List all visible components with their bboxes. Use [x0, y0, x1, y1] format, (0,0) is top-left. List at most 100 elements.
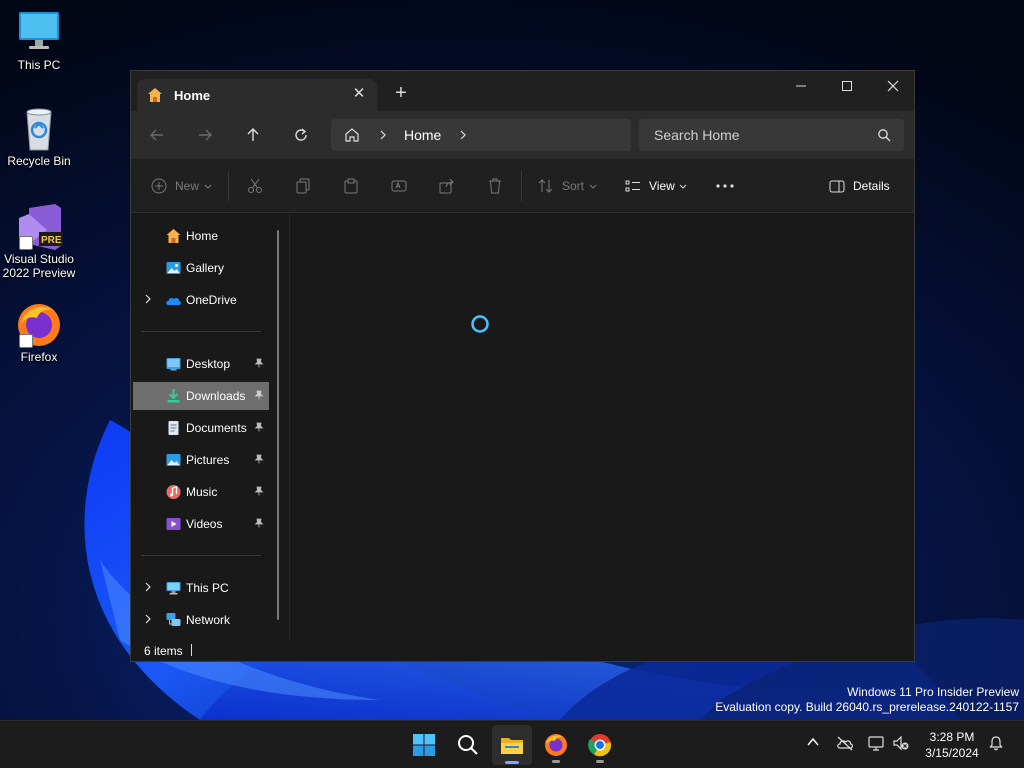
search-input[interactable]: Search Home: [654, 127, 740, 143]
address-bar[interactable]: Home: [331, 119, 631, 151]
pin-icon[interactable]: [254, 486, 264, 496]
pin-icon[interactable]: [254, 422, 264, 432]
pin-icon[interactable]: [254, 390, 264, 400]
sidebar-item-gallery[interactable]: Gallery: [133, 254, 269, 282]
pin-icon[interactable]: [254, 518, 264, 528]
home-outline-icon: [345, 128, 359, 142]
desktop-icon-label: Recycle Bin: [7, 154, 71, 168]
desktop-icon-this-pc[interactable]: This PC: [0, 10, 78, 72]
title-bar[interactable]: Home ✕ +: [131, 71, 914, 111]
rename-button[interactable]: [391, 176, 409, 198]
search-box[interactable]: Search Home: [639, 119, 904, 151]
running-indicator: [552, 760, 560, 763]
desktop-icon-label: This PC: [17, 58, 61, 72]
tab-close-button[interactable]: ✕: [349, 84, 369, 104]
share-button[interactable]: [439, 176, 457, 198]
recycle-bin-icon: [15, 106, 63, 152]
details-pane-button[interactable]: Details: [829, 176, 893, 198]
network-status-icon[interactable]: [868, 735, 886, 751]
sidebar-item-desktop[interactable]: Desktop: [133, 350, 269, 378]
forward-button[interactable]: [191, 121, 219, 149]
pin-icon[interactable]: [254, 454, 264, 464]
home-icon: [148, 88, 162, 102]
visual-studio-icon: PRE: [15, 204, 63, 250]
sidebar-item-pictures[interactable]: Pictures: [133, 446, 269, 474]
chevron-right-icon[interactable]: [143, 294, 153, 304]
arrow-up-icon: [247, 128, 259, 141]
sidebar-item-label: Home: [186, 229, 219, 243]
desktop-icon-visual-studio[interactable]: PRE Visual Studio 2022 Preview: [0, 204, 78, 280]
onedrive-offline-icon[interactable]: [836, 735, 854, 751]
details-label: Details: [853, 179, 890, 193]
view-button[interactable]: View: [625, 176, 691, 198]
tab-home[interactable]: Home ✕: [137, 79, 377, 111]
taskbar-firefox[interactable]: [536, 725, 576, 765]
chevron-right-icon[interactable]: [457, 129, 469, 141]
cut-button[interactable]: [247, 176, 265, 198]
paste-button[interactable]: [343, 176, 361, 198]
file-list-area[interactable]: [290, 214, 914, 640]
videos-folder-icon: [166, 518, 181, 530]
pin-icon[interactable]: [254, 358, 264, 368]
volume-muted-icon[interactable]: [892, 735, 910, 751]
loading-spinner-icon: [471, 315, 489, 333]
sidebar-item-this-pc[interactable]: This PC: [133, 574, 269, 602]
clock-date: 3/15/2024: [925, 746, 979, 760]
breadcrumb-home[interactable]: Home: [404, 127, 441, 143]
more-options-button[interactable]: [715, 176, 735, 198]
watermark-line-2: Evaluation copy. Build 26040.rs_prerelea…: [715, 700, 1019, 714]
pictures-folder-icon: [166, 454, 181, 466]
sort-button[interactable]: Sort: [538, 176, 600, 198]
sidebar-item-videos[interactable]: Videos: [133, 510, 269, 538]
sidebar-item-documents[interactable]: Documents: [133, 414, 269, 442]
more-icon: [716, 184, 734, 188]
notification-bell-icon[interactable]: [988, 735, 1004, 751]
sidebar-item-label: Documents: [186, 421, 247, 435]
close-window-button[interactable]: [870, 71, 916, 101]
maximize-button[interactable]: [824, 71, 870, 101]
sidebar-item-home[interactable]: Home: [133, 222, 269, 250]
sidebar-item-label: Gallery: [186, 261, 225, 275]
status-bar: 6 items: [131, 640, 914, 662]
up-button[interactable]: [239, 121, 267, 149]
minimize-button[interactable]: [778, 71, 824, 101]
desktop-icon-label: Firefox: [20, 350, 58, 364]
status-divider: [191, 644, 192, 656]
refresh-button[interactable]: [287, 121, 315, 149]
chevron-right-icon[interactable]: [143, 582, 153, 592]
system-clock[interactable]: 3:28 PM 3/15/2024: [916, 729, 988, 761]
sidebar-scrollbar[interactable]: [277, 230, 279, 620]
rename-icon: [391, 180, 407, 192]
sort-icon: [538, 179, 553, 193]
sidebar-item-downloads[interactable]: Downloads: [133, 382, 269, 410]
new-button[interactable]: New: [151, 176, 217, 198]
sidebar-item-music[interactable]: Music: [133, 478, 269, 506]
onedrive-icon: [166, 297, 181, 305]
chevron-down-icon: [589, 184, 597, 189]
details-pane-icon: [829, 180, 845, 193]
desktop-icon-firefox[interactable]: Firefox: [0, 302, 78, 364]
delete-button[interactable]: [487, 176, 505, 198]
sidebar-item-network[interactable]: Network: [133, 606, 269, 634]
taskbar-search-button[interactable]: [448, 725, 488, 765]
sidebar-item-label: Videos: [186, 517, 223, 531]
desktop-icon-recycle-bin[interactable]: Recycle Bin: [0, 106, 78, 168]
chevron-up-icon[interactable]: [806, 735, 820, 749]
chevron-right-icon[interactable]: [143, 614, 153, 624]
sidebar-item-onedrive[interactable]: OneDrive: [133, 286, 269, 314]
taskbar-file-explorer[interactable]: [492, 725, 532, 765]
start-button[interactable]: [404, 725, 444, 765]
gallery-icon: [166, 262, 181, 274]
sidebar-item-label: Downloads: [186, 389, 246, 403]
sidebar-item-label: This PC: [186, 581, 229, 595]
back-button[interactable]: [143, 121, 171, 149]
chevron-down-icon: [679, 184, 687, 189]
close-icon: [887, 80, 899, 92]
desktop-icon-label: Visual Studio 2022 Preview: [2, 252, 76, 280]
active-indicator: [505, 761, 519, 764]
new-tab-button[interactable]: +: [389, 83, 413, 107]
desktop-folder-icon: [166, 358, 181, 371]
taskbar-chrome[interactable]: [580, 725, 620, 765]
copy-button[interactable]: [295, 176, 313, 198]
this-pc-icon: [166, 582, 181, 595]
